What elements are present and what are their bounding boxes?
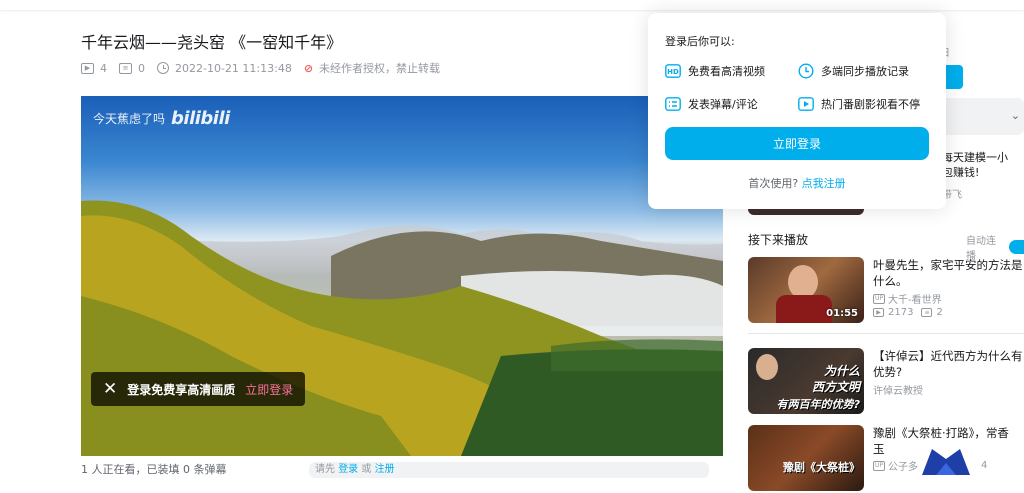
register-link[interactable]: 点我注册 — [802, 177, 846, 190]
up-icon: UP — [873, 293, 886, 304]
danmaku-input-or: 或 — [361, 464, 372, 475]
card-title[interactable]: 【许倬云】近代西方为什么有 — [873, 348, 1024, 364]
recommend-card[interactable]: 为什么 西方文明 有两百年的优势? 【许倬云】近代西方为什么有 优势? 许倬云教… — [748, 348, 1024, 416]
top-nav-bar — [0, 0, 1024, 10]
uploader-name[interactable]: 公子多 — [888, 458, 918, 473]
portrait-body — [776, 295, 832, 323]
card-title[interactable]: 豫剧《大祭桩·打路》，常香 — [873, 425, 1024, 441]
ad-title[interactable]: 每天建模一小 包赚钱! — [942, 150, 1024, 180]
login-benefits-popup: 登录后你可以: HD 免费看高清视频 多端同步播放记录 发表弹幕/评论 热门番剧… — [648, 13, 946, 209]
danmaku-input-prefix: 请先 — [315, 464, 335, 475]
thumb-caption-1: 为什么 — [823, 364, 860, 378]
thumb-caption-2: 西方文明 — [811, 380, 860, 394]
feature-danmaku: 发表弹幕/评论 — [665, 96, 758, 112]
video-player[interactable]: 今天蕉虑了吗 bilibili ✕ 登录免费享高清画质 立即登录 — [81, 96, 723, 456]
video-duration: 01:55 — [826, 308, 858, 319]
register-prompt: 首次使用? 点我注册 — [648, 175, 946, 191]
play-icon — [798, 96, 814, 112]
video-thumbnail[interactable]: 01:55 — [748, 257, 864, 323]
divider — [748, 333, 1024, 334]
no-repost-icon: ⊘ — [303, 61, 314, 75]
copyright-notice: 未经作者授权，禁止转载 — [319, 62, 441, 75]
hd-icon: HD — [665, 63, 681, 79]
mascot-icon — [922, 449, 970, 475]
feature-hd: HD 免费看高清视频 — [665, 63, 765, 79]
video-thumbnail[interactable]: 豫剧《大祭桩》 — [748, 425, 864, 491]
portrait-face — [788, 265, 818, 299]
thumb-caption: 豫剧《大祭桩》 — [783, 461, 860, 474]
login-tip-toast: ✕ 登录免费享高清画质 立即登录 — [91, 372, 306, 406]
feature-label: 多端同步播放记录 — [821, 65, 909, 78]
chevron-down-icon[interactable]: ⌄ — [1011, 109, 1020, 122]
uploader-extra: 4 — [981, 460, 988, 471]
popup-header: 登录后你可以: — [665, 35, 735, 48]
svg-text:HD: HD — [667, 68, 679, 76]
publish-date: 2022-10-21 11:13:48 — [175, 61, 292, 75]
player-sending-bar: 1 人正在看，已装填 0 条弹幕 请先 登录 或 注册 — [81, 462, 723, 478]
card-title-line2[interactable]: 优势? — [873, 364, 1024, 380]
card-uploader[interactable]: UP 大千-看世界 — [873, 291, 942, 306]
play-count: 2173 — [888, 307, 914, 318]
feature-label: 免费看高清视频 — [688, 65, 765, 78]
card-stats: ▶ 2173 ≡ 2 — [873, 307, 943, 318]
feature-anime: 热门番剧影视看不停 — [798, 96, 920, 112]
channel-watermark: 今天蕉虑了吗 bilibili — [93, 108, 230, 129]
danmaku-icon — [665, 96, 681, 112]
danmaku-login-link[interactable]: 登录 — [338, 464, 358, 475]
feature-label: 发表弹幕/评论 — [688, 98, 758, 111]
uploader-name[interactable]: 大千-看世界 — [888, 291, 942, 306]
portrait-face — [756, 354, 778, 380]
feature-label: 热门番剧影视看不停 — [821, 98, 920, 111]
video-thumbnail[interactable]: 为什么 西方文明 有两百年的优势? — [748, 348, 864, 414]
danmaku-count: 2 — [936, 307, 943, 318]
recommend-card[interactable]: 豫剧《大祭桩》 豫剧《大祭桩·打路》，常香 玉 UP 公子多 4 — [748, 425, 1024, 493]
video-meta: ▶ 4 ≡ 0 2022-10-21 11:13:48 ⊘ 未经作者授权，禁止转… — [81, 60, 440, 76]
recommend-card[interactable]: 01:55 叶曼先生，家宅平安的方法是 什么。 UP 大千-看世界 ▶ 2173… — [748, 257, 1024, 325]
danmaku-register-link[interactable]: 注册 — [375, 464, 395, 475]
card-uploader[interactable]: 许倬云教授 — [873, 382, 923, 397]
danmaku-count-icon: ≡ — [119, 62, 132, 74]
card-title[interactable]: 叶曼先生，家宅平安的方法是 — [873, 257, 1024, 273]
login-tip-text: 登录免费享高清画质 — [127, 382, 236, 397]
card-title-line2[interactable]: 什么。 — [873, 273, 1024, 289]
login-tip-link[interactable]: 立即登录 — [245, 381, 293, 398]
play-count-icon: ▶ — [81, 62, 94, 74]
thumb-caption-3: 有两百年的优势? — [776, 398, 860, 411]
play-count: 4 — [100, 61, 107, 75]
close-icon[interactable]: ✕ — [103, 379, 117, 399]
uploader-name[interactable]: 许倬云教授 — [873, 382, 923, 397]
video-title: 千年云烟——尧头窑 《一窑知千年》 — [81, 33, 343, 52]
clock-icon — [157, 62, 169, 74]
watermark-text: 今天蕉虑了吗 — [93, 112, 166, 126]
autoplay-toggle[interactable] — [1008, 240, 1024, 254]
next-up-heading: 接下来播放 — [748, 233, 809, 247]
danmaku-count-icon: ≡ — [921, 308, 933, 317]
sync-clock-icon — [798, 63, 814, 79]
up-icon: UP — [873, 460, 886, 471]
play-count-icon: ▶ — [873, 308, 884, 317]
first-use-text: 首次使用? — [748, 177, 799, 190]
login-now-button[interactable]: 立即登录 — [665, 127, 929, 160]
danmaku-input[interactable]: 请先 登录 或 注册 — [309, 462, 709, 478]
danmaku-count: 0 — [138, 61, 145, 75]
bilibili-logo: bilibili — [171, 108, 230, 129]
feature-sync: 多端同步播放记录 — [798, 63, 909, 79]
